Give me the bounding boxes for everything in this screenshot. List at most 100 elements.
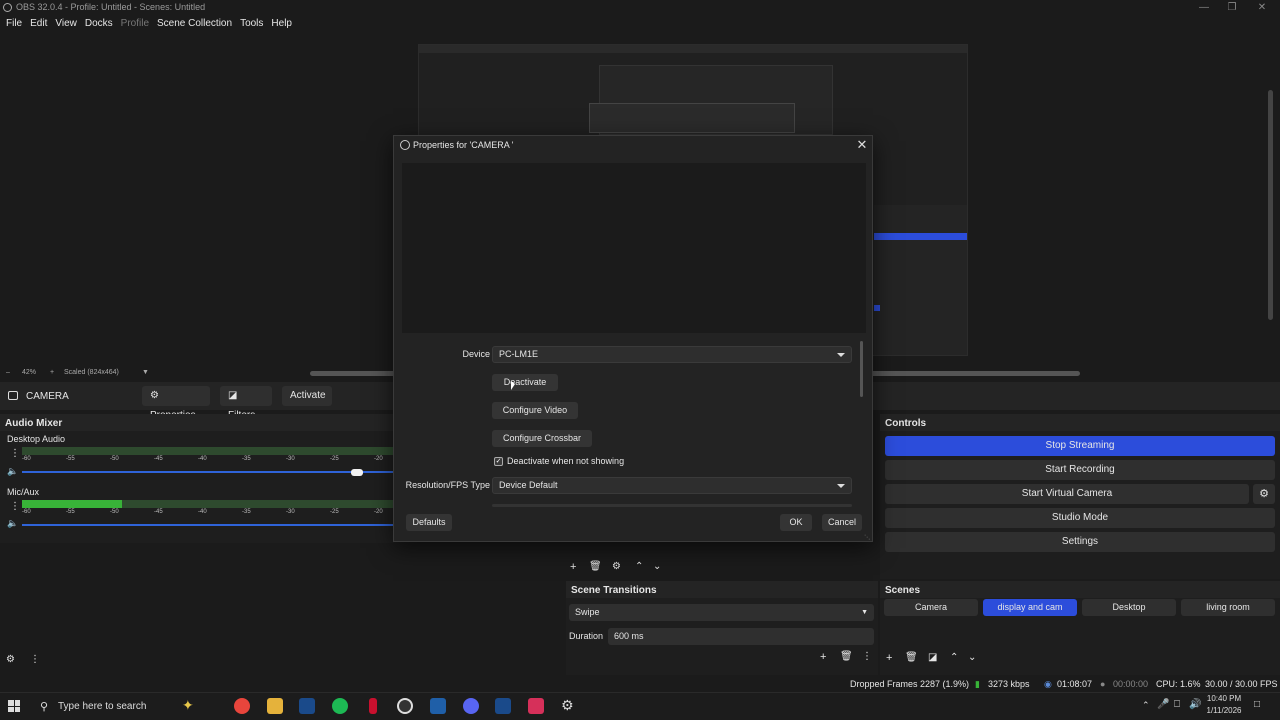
- cancel-button[interactable]: Cancel: [822, 514, 862, 531]
- window-title: OBS 32.0.4 - Profile: Untitled - Scenes:…: [16, 2, 206, 12]
- properties-dialog: Properties for 'CAMERA ' ✕ Device PC-LM1…: [393, 135, 873, 542]
- stop-streaming-button[interactable]: Stop Streaming: [885, 436, 1275, 456]
- add-transition-icon[interactable]: +: [820, 651, 826, 663]
- close-icon[interactable]: ✕: [852, 137, 872, 153]
- taskbar-search[interactable]: Type here to search: [58, 701, 146, 712]
- clock-time[interactable]: 10:40 PM: [1204, 694, 1244, 703]
- trash-icon[interactable]: 🗑: [589, 561, 602, 572]
- deactivate-when-not-showing-checkbox[interactable]: ✓: [494, 457, 503, 466]
- windows-start-icon[interactable]: [8, 700, 20, 712]
- desktop-audio-volume-knob[interactable]: [350, 469, 363, 476]
- settings-gear-icon[interactable]: ⚙: [561, 697, 574, 714]
- properties-button[interactable]: ⚙ Properties: [142, 386, 210, 421]
- maximize-icon[interactable]: ❐: [1216, 1, 1248, 15]
- zoom-dropdown-icon[interactable]: ▼: [142, 369, 149, 376]
- duration-label: Duration: [569, 631, 604, 641]
- menu-help[interactable]: Help: [271, 16, 297, 34]
- trash-icon[interactable]: 🗑: [840, 651, 853, 662]
- resize-grip-icon[interactable]: ⋱: [864, 534, 870, 541]
- record-time: 00:00:00: [1113, 679, 1149, 689]
- speaker-icon[interactable]: 🔈: [7, 466, 18, 477]
- transition-select[interactable]: Swipe ▼: [569, 604, 874, 621]
- network-icon[interactable]: ⎕: [1174, 699, 1180, 710]
- move-down-icon[interactable]: ⌄: [653, 561, 661, 572]
- zoom-in-icon[interactable]: +: [50, 369, 54, 376]
- kebab-menu-icon[interactable]: ⋮: [10, 448, 20, 459]
- steam-icon[interactable]: [299, 698, 315, 714]
- menu-edit[interactable]: Edit: [30, 16, 52, 34]
- scene-living-room[interactable]: living room: [1181, 599, 1275, 616]
- advanced-audio-icon[interactable]: ⚙: [6, 654, 15, 665]
- add-source-icon[interactable]: +: [570, 561, 576, 573]
- resolution-fps-type-label: Resolution/FPS Type: [405, 480, 490, 490]
- close-icon[interactable]: ✕: [1246, 1, 1278, 15]
- filters-button[interactable]: ◪ Filters: [220, 386, 272, 421]
- scene-display-and-cam[interactable]: display and cam: [983, 599, 1077, 616]
- move-down-icon[interactable]: ⌄: [968, 652, 976, 663]
- kebab-menu-icon[interactable]: ⋮: [862, 651, 872, 662]
- kebab-menu-icon[interactable]: ⋮: [10, 501, 20, 512]
- menu-view[interactable]: View: [55, 16, 82, 34]
- menu-file[interactable]: File: [6, 16, 27, 34]
- add-scene-icon[interactable]: +: [886, 652, 892, 664]
- ok-button[interactable]: OK: [780, 514, 812, 531]
- kebab-menu-icon[interactable]: ⋮: [30, 654, 40, 665]
- filter-icon[interactable]: ◪: [928, 652, 937, 663]
- speaker-icon[interactable]: 🔈: [7, 518, 18, 529]
- mic-aux-scale: -60 -55 -50 -45 -40 -35 -30 -25 -20: [22, 509, 394, 517]
- red-app-icon[interactable]: [369, 698, 377, 714]
- scene-camera[interactable]: Camera: [884, 599, 978, 616]
- move-up-icon[interactable]: ⌃: [950, 652, 958, 663]
- app-icon[interactable]: [430, 698, 446, 714]
- volume-icon[interactable]: 🔊: [1189, 699, 1201, 710]
- file-explorer-icon[interactable]: [267, 698, 283, 714]
- device-select[interactable]: PC-LM1E: [492, 346, 852, 363]
- zoom-out-icon[interactable]: –: [6, 369, 10, 376]
- settings-button[interactable]: Settings: [885, 532, 1275, 552]
- sources-area: [0, 545, 565, 675]
- dialog-scrollbar[interactable]: [860, 341, 863, 397]
- chevron-down-icon: [837, 484, 845, 488]
- preview-vertical-scrollbar[interactable]: [1268, 90, 1273, 320]
- deactivate-when-not-showing-label: Deactivate when not showing: [507, 456, 625, 466]
- mic-aux-volume-slider[interactable]: [22, 524, 394, 526]
- meter-tick-label: -20: [374, 509, 383, 515]
- obs-taskbar-icon[interactable]: [397, 698, 413, 714]
- audio-mixer-header: Audio Mixer: [0, 414, 394, 431]
- spotify-icon[interactable]: [332, 698, 348, 714]
- configure-crossbar-button[interactable]: Configure Crossbar: [492, 430, 592, 447]
- virtual-camera-settings-icon[interactable]: ⚙: [1253, 484, 1275, 504]
- cursor-icon: [511, 381, 515, 390]
- configure-video-button[interactable]: Configure Video: [492, 402, 578, 419]
- gear-icon[interactable]: ⚙: [612, 561, 621, 572]
- menu-scene-collection[interactable]: Scene Collection: [157, 16, 237, 34]
- deactivate-button[interactable]: Deactivate: [492, 374, 558, 391]
- start-virtual-camera-button[interactable]: Start Virtual Camera: [885, 484, 1249, 504]
- menu-profile[interactable]: Profile: [121, 16, 154, 34]
- menu-tools[interactable]: Tools: [240, 16, 268, 34]
- menu-docks[interactable]: Docks: [85, 16, 118, 34]
- resolution-fps-type-select[interactable]: Device Default: [492, 477, 852, 494]
- studio-mode-button[interactable]: Studio Mode: [885, 508, 1275, 528]
- camera-icon: [8, 391, 18, 400]
- duration-input[interactable]: 600 ms: [608, 628, 874, 645]
- move-up-icon[interactable]: ⌃: [635, 561, 643, 572]
- defaults-button[interactable]: Defaults: [406, 514, 452, 531]
- app-icon[interactable]: [528, 698, 544, 714]
- chevron-up-icon[interactable]: ⌃: [1142, 700, 1150, 711]
- microphone-icon[interactable]: 🎤: [1157, 699, 1169, 710]
- channel-name-desktop-audio: Desktop Audio: [7, 434, 66, 444]
- discord-icon[interactable]: [463, 698, 479, 714]
- sparkle-icon[interactable]: ✦: [182, 697, 194, 714]
- steam-icon[interactable]: [495, 698, 511, 714]
- channel-name-mic-aux: Mic/Aux: [7, 487, 40, 497]
- start-recording-button[interactable]: Start Recording: [885, 460, 1275, 480]
- desktop-audio-volume-slider[interactable]: [22, 471, 394, 473]
- scene-desktop[interactable]: Desktop: [1082, 599, 1176, 616]
- trash-icon[interactable]: 🗑: [905, 652, 918, 663]
- clock-date[interactable]: 1/11/2026: [1204, 706, 1244, 715]
- notification-icon[interactable]: □: [1254, 699, 1260, 710]
- chrome-icon[interactable]: [234, 698, 250, 714]
- device-label: Device: [462, 349, 490, 359]
- activate-button[interactable]: Activate: [282, 386, 332, 406]
